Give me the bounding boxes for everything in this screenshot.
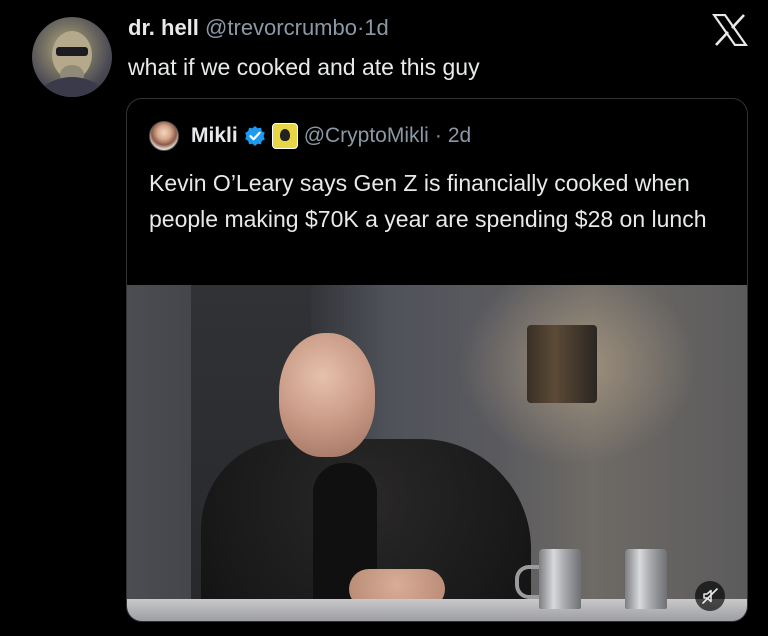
muted-speaker-icon	[702, 588, 718, 604]
display-name[interactable]: dr. hell	[128, 15, 199, 40]
quoted-post[interactable]: Mikli @CryptoMikli · 2d Kevin O’Leary says…	[126, 98, 748, 622]
quoted-user-handle[interactable]: @CryptoMikli	[304, 124, 429, 148]
verified-badge-icon	[244, 126, 265, 146]
mute-button[interactable]	[695, 581, 725, 611]
metal-mug	[625, 549, 667, 609]
post-text: what if we cooked and ate this guy	[128, 54, 480, 80]
avatar-image	[42, 31, 102, 97]
quoted-post-time[interactable]: 2d	[448, 124, 471, 148]
post-card: dr. hell @trevorcrumbo·1d what if we coo…	[0, 0, 768, 636]
mug-handle	[515, 565, 539, 599]
x-logo-icon	[712, 14, 748, 46]
quoted-post-text: Kevin O’Leary says Gen Z is financially …	[149, 170, 707, 232]
quoted-avatar[interactable]	[149, 121, 179, 151]
quoted-post-header: Mikli @CryptoMikli · 2d	[149, 121, 471, 151]
avatar[interactable]	[32, 17, 112, 97]
quoted-separator-dot: ·	[434, 124, 442, 147]
person-head	[279, 333, 375, 457]
wall-sconce	[527, 325, 597, 403]
post-time[interactable]: 1d	[364, 15, 388, 40]
affiliate-badge-icon	[271, 123, 298, 149]
video-player[interactable]	[127, 285, 747, 621]
post-header: dr. hell @trevorcrumbo·1d	[128, 14, 389, 42]
quoted-display-name[interactable]: Mikli	[191, 124, 238, 148]
user-handle[interactable]: @trevorcrumbo	[205, 15, 357, 40]
metal-mug	[539, 549, 581, 609]
